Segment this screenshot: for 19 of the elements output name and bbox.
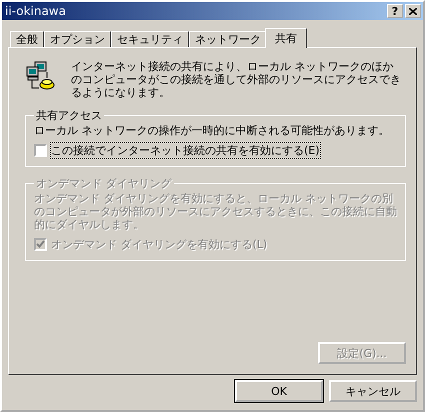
- group-text: オンデマンド ダイヤリングを有効にすると、ローカル ネットワークの別のコンピュータが外部のリソースにアクセスするときに、この接続に自動的にダイヤルします。: [34, 192, 397, 231]
- checkbox-label[interactable]: この接続でインターネット接続の共有を有効にする(E): [51, 143, 320, 158]
- network-computers-icon: [25, 60, 57, 92]
- tab[interactable]: 全般: [10, 31, 44, 48]
- tab[interactable]: セキュリティ: [111, 31, 189, 48]
- group-title: オンデマンド ダイヤリング: [35, 177, 173, 190]
- checkbox[interactable]: [34, 144, 47, 157]
- help-button[interactable]: ?: [387, 4, 403, 18]
- close-button[interactable]: [405, 4, 421, 18]
- group-text: ローカル ネットワークの操作が一時的に中断される可能性があります。: [34, 124, 390, 137]
- tab[interactable]: ネットワーク: [189, 31, 267, 48]
- dialog-button[interactable]: OK: [235, 380, 323, 402]
- window-title: ii-okinawa: [5, 4, 67, 18]
- close-icon: [409, 8, 417, 14]
- dialog-button[interactable]: キャンセル: [329, 380, 417, 402]
- description-text: インターネット接続の共有により、ローカル ネットワークのほかのコンピュータがこの接続を通して外部のリソースにアクセスできるようになります。: [71, 60, 401, 99]
- group-title: 共有アクセス: [35, 109, 103, 122]
- tab[interactable]: 共有: [265, 28, 307, 48]
- tab[interactable]: オプション: [44, 31, 111, 48]
